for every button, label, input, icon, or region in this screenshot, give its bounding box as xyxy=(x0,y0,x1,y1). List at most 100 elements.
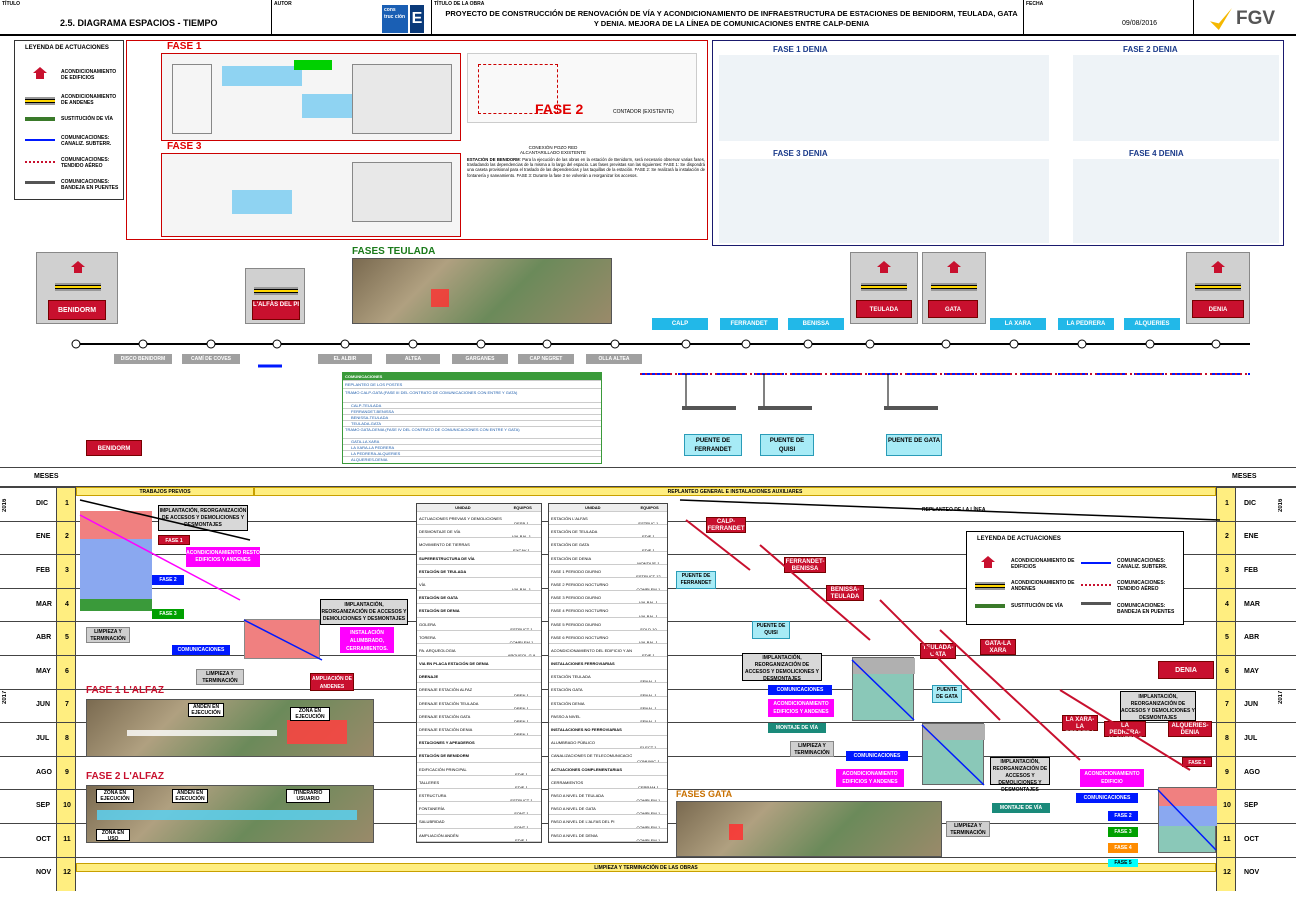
stop-altea[interactable]: ALTEA xyxy=(386,354,440,364)
legend-item: ACONDICIONAMIENTO DE ANDENES xyxy=(61,94,117,106)
fase2-denia-box[interactable]: FASE 2 xyxy=(1108,811,1138,821)
pedrera-alqueries-box[interactable]: LA PEDRERA-ALQUERIES xyxy=(1104,721,1146,743)
gantt-denia-label[interactable]: DENIA xyxy=(1158,661,1214,679)
acond-resto-box[interactable]: ACONDICIONAMIENTO RESTO EDIFICIOS Y ANDE… xyxy=(186,547,260,567)
month-name: ENE xyxy=(1244,533,1259,541)
table-row: PASO A NIVEL DE GATA COMPLEM-1 xyxy=(549,802,667,816)
timeline-stop-marker xyxy=(941,339,951,349)
gata-zone xyxy=(729,824,743,840)
table-row: INSTALACIONES NO FERROVIARIAS xyxy=(549,723,667,737)
puente-quisi[interactable]: PUENTE DE QUISI xyxy=(760,434,814,456)
station-gata[interactable]: GATA xyxy=(928,300,978,318)
station-benidorm[interactable]: BENIDORM xyxy=(48,300,106,320)
xara-pedrera-box[interactable]: LA XARA-LA PEDRERA xyxy=(1062,715,1098,737)
gantt-benidorm-label[interactable]: BENIDORM xyxy=(86,440,142,456)
table-cell: EDIFICACIÓN PRINCIPAL xyxy=(419,766,467,772)
comunicaciones-box-1[interactable]: COMUNICACIONES xyxy=(172,645,230,655)
comunicaciones-box-3[interactable]: COMUNICACIONES xyxy=(846,751,908,761)
comunicaciones-box-4[interactable]: COMUNICACIONES xyxy=(1076,793,1138,803)
puente-quisi-box[interactable]: PUENTE DE QUISI xyxy=(752,621,790,639)
stop-el-albir[interactable]: EL ALBIR xyxy=(318,354,372,364)
table-cell: ALUMBRADO PÚBLICO xyxy=(551,740,596,746)
table-row: FONTANERÍA FONT-1 xyxy=(417,802,541,816)
table-cell: DRENAJE xyxy=(419,674,439,680)
station-denia[interactable]: DENIA xyxy=(1192,300,1244,318)
station-alqueries[interactable]: ALQUERIES xyxy=(1124,318,1180,330)
station-benissa[interactable]: BENISSA xyxy=(788,318,844,330)
platform-icon xyxy=(1195,283,1241,291)
limpieza-box-1[interactable]: LIMPIEZA Y TERMINACIÓN xyxy=(86,627,130,643)
fase3-box[interactable]: FASE 3 xyxy=(152,609,184,619)
station-alfas[interactable]: L'ALFÀS DEL PI xyxy=(252,300,300,320)
station-ferrandet[interactable]: FERRANDET xyxy=(720,318,778,330)
month-name: FEB xyxy=(1244,566,1258,574)
table-cell: SENAL-1 xyxy=(640,679,657,684)
table-cell: PASO A NIVEL DE DENIA xyxy=(551,832,598,838)
obra-label: TÍTULO DE LA OBRA xyxy=(434,1,485,7)
alqueries-denia-box[interactable]: ALQUERIES-DENIA xyxy=(1168,721,1212,737)
table-row: ACTUACIONES COMPLEMENTARIAS xyxy=(549,763,667,776)
table-cell: AMPLIACIÓN ANDÉN xyxy=(419,832,459,838)
ferrandet-benissa-box[interactable]: FERRANDET-BENISSA xyxy=(784,557,826,573)
fase1-box[interactable]: FASE 1 xyxy=(158,535,190,545)
puente-gata-box[interactable]: PUENTE DE GATA xyxy=(932,685,962,703)
stop-cami-coves[interactable]: CAMÍ DE COVES xyxy=(182,354,240,364)
fgv-text: FGV xyxy=(1236,8,1276,29)
limpieza-box-2[interactable]: LIMPIEZA Y TERMINACIÓN xyxy=(196,669,244,685)
stop-cap-negret[interactable]: CAP NEGRET xyxy=(518,354,574,364)
station-xara[interactable]: LA XARA xyxy=(990,318,1046,330)
denia-fase4-plan xyxy=(1073,159,1279,243)
acond-edificio-box[interactable]: ACONDICIONAMIENTO EDIFICIOS Y ANDENES xyxy=(768,699,834,717)
table-cell: DRENAJE ESTACIÓN TEULADA xyxy=(419,700,479,706)
implantacion-callout-5: IMPLANTACIÓN, REORGANIZACIÓN DE ACCESOS … xyxy=(1120,691,1196,721)
teulada-gata-box[interactable]: TEULADA-GATA xyxy=(920,643,956,659)
timeline-stop-marker xyxy=(340,339,350,349)
alfaz-zone xyxy=(287,720,347,744)
benissa-teulada-box[interactable]: BENISSA-TEULADA xyxy=(826,585,864,601)
limpieza-box-4[interactable]: LIMPIEZA Y TERMINACIÓN xyxy=(946,821,990,837)
legend-bottom-title: LEYENDA DE ACTUACIONES xyxy=(977,536,1061,542)
table-header-cell: EQUIPOS xyxy=(513,505,532,510)
gata-xara-box[interactable]: GATA-LA XARA xyxy=(980,639,1016,655)
fase4-denia-box[interactable]: FASE 4 xyxy=(1108,843,1138,853)
fase2-box[interactable]: FASE 2 xyxy=(152,575,184,585)
legend-item: ACONDICIONAMIENTO DE EDIFICIOS xyxy=(1011,558,1075,570)
stop-garganes[interactable]: GARGANES xyxy=(452,354,508,364)
month-number: 11 xyxy=(63,835,71,843)
table-row: DRENAJE xyxy=(417,670,541,684)
instal-alumbrado-box[interactable]: INSTALACIÓN ALUMBRADO, CERRAMIENTOS. xyxy=(340,627,394,653)
fase5-denia-box[interactable]: FASE 5 xyxy=(1108,859,1138,867)
building-icon xyxy=(33,67,47,79)
benidorm-phase-area xyxy=(80,599,152,611)
stop-olla-altea[interactable]: OLLA ALTEA xyxy=(586,354,642,364)
zona-uso-callout: ZONA EN USO xyxy=(96,829,130,842)
montaje-via-box-2[interactable]: MONTAJE DE VÍA xyxy=(992,803,1050,813)
fase3-denia-box[interactable]: FASE 3 xyxy=(1108,827,1138,837)
table-cell: ESTACIÓN DE DENIA xyxy=(551,555,592,561)
station-teulada[interactable]: TEULADA xyxy=(856,300,912,318)
table-cell: EDIF-1 xyxy=(642,653,655,658)
comunicaciones-box-2[interactable]: COMUNICACIONES xyxy=(768,685,832,695)
gata-gantt-block xyxy=(922,723,985,785)
puente-gata[interactable]: PUENTE DE GATA xyxy=(886,434,942,456)
teulada-zone xyxy=(431,289,449,307)
acond-edificio-denia-box[interactable]: ACONDICIONAMIENTO EDIFICIO xyxy=(1080,769,1144,787)
puente-ferrandet[interactable]: PUENTE DE FERRANDET xyxy=(684,434,742,456)
table-row: EDIFICACIÓN PRINCIPAL EDIF-1 xyxy=(417,763,541,776)
puente-ferrandet-box[interactable]: PUENTE DE FERRANDET xyxy=(676,571,716,589)
table-cell: COMPLEM-1 xyxy=(636,824,661,829)
ampliacion-andenes-box[interactable]: AMPLIACIÓN DE ANDENES xyxy=(310,673,354,691)
denia-fase4-label: FASE 4 DENIA xyxy=(1129,149,1184,158)
limpieza-box-3[interactable]: LIMPIEZA Y TERMINACIÓN xyxy=(790,741,834,757)
timeline-stop-marker xyxy=(1211,339,1221,349)
station-pedrera[interactable]: LA PEDRERA xyxy=(1058,318,1114,330)
acond-edif-gata-box[interactable]: ACONDICIONAMIENTO EDIFICIOS Y ANDENES xyxy=(836,769,904,787)
anden-ejec-callout: ANDÉN EN EJECUCIÓN xyxy=(188,703,224,717)
fase1-denia-box[interactable]: FASE 1 xyxy=(1182,757,1212,767)
implantacion-callout-1: IMPLANTACIÓN, REORGANIZACIÓN DE ACCESOS … xyxy=(158,505,248,531)
montaje-via-box-1[interactable]: MONTAJE DE VÍA xyxy=(768,723,826,733)
month-name: JUN xyxy=(36,701,51,709)
stop-disco-benidorm[interactable]: DISCO BENIDORM xyxy=(114,354,172,364)
calp-ferrandet-box[interactable]: CALP-FERRANDET xyxy=(706,517,746,533)
station-calp[interactable]: CALP xyxy=(652,318,708,330)
